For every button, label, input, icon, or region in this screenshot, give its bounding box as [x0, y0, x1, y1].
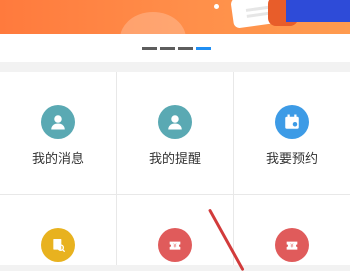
promo-banner[interactable] — [0, 0, 350, 34]
banner-illustration-band — [286, 0, 350, 22]
menu-item-document-query[interactable] — [0, 195, 116, 265]
carousel-indicator-active[interactable] — [196, 47, 211, 50]
carousel-indicator[interactable] — [178, 47, 193, 50]
menu-item-my-reminders[interactable]: 我的提醒 — [117, 72, 233, 194]
carousel-indicators — [142, 47, 211, 50]
calendar-icon — [275, 105, 309, 139]
carousel-indicator-bar — [0, 34, 350, 62]
carousel-indicator[interactable] — [142, 47, 157, 50]
ticket-icon: ¥ — [158, 228, 192, 262]
document-search-icon — [41, 228, 75, 262]
ticket-icon: ¥ — [275, 228, 309, 262]
feature-grid: 我的消息 我的提醒 我要预约 ¥ ¥ — [0, 72, 350, 265]
menu-item-appointment[interactable]: 我要预约 — [234, 72, 350, 194]
menu-item-my-messages[interactable]: 我的消息 — [0, 72, 116, 194]
carousel-indicator[interactable] — [160, 47, 175, 50]
menu-item-label: 我的提醒 — [148, 152, 201, 167]
menu-item-label: 我的消息 — [31, 152, 84, 167]
banner-dot — [214, 4, 219, 9]
banner-decoration — [120, 12, 186, 34]
menu-item-label: 我要预约 — [265, 152, 318, 167]
menu-item-ticket-2[interactable]: ¥ — [234, 195, 350, 265]
person-icon — [158, 105, 192, 139]
person-icon — [41, 105, 75, 139]
menu-item-ticket[interactable]: ¥ — [117, 195, 233, 265]
